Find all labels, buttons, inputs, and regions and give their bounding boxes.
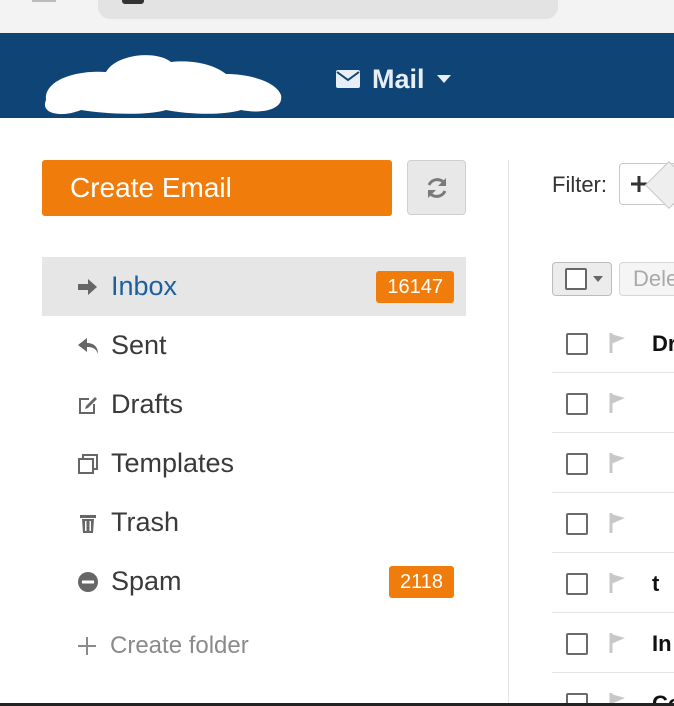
tabs-icon[interactable] [122, 0, 144, 4]
select-all-dropdown[interactable] [552, 262, 612, 296]
folder-inbox[interactable]: Inbox 16147 [42, 257, 466, 316]
message-subject: Dr [652, 331, 674, 356]
unread-count-badge: 16147 [376, 271, 454, 303]
message-subject: In [652, 631, 672, 656]
filter-label: Filter: [552, 172, 607, 197]
message-checkbox[interactable] [566, 393, 588, 415]
flag-icon[interactable] [608, 392, 628, 414]
create-folder-label: Create folder [110, 632, 249, 659]
folder-list: Inbox 16147 Sent Drafts Templates Trash … [42, 257, 466, 611]
flag-icon[interactable] [608, 332, 628, 354]
envelope-icon [336, 70, 360, 88]
trash-icon [76, 511, 100, 535]
folder-drafts[interactable]: Drafts [42, 375, 466, 434]
message-checkbox[interactable] [566, 453, 588, 475]
folder-trash[interactable]: Trash [42, 493, 466, 552]
refresh-button[interactable] [407, 160, 466, 215]
app-name: Mail [372, 63, 425, 94]
message-row[interactable]: Co [552, 674, 674, 706]
folder-label: Inbox [111, 271, 178, 301]
message-row[interactable] [552, 494, 674, 553]
refresh-icon [427, 177, 446, 198]
message-row[interactable]: Dr [552, 314, 674, 373]
folder-label: Spam [111, 566, 182, 596]
arrow-right-icon [76, 275, 100, 299]
message-subject: t [652, 571, 660, 596]
message-checkbox[interactable] [566, 573, 588, 595]
folder-label: Templates [111, 448, 235, 478]
folder-label: Drafts [111, 389, 184, 419]
message-row[interactable]: t [552, 554, 674, 613]
add-filter-button[interactable] [619, 160, 674, 210]
app-switcher[interactable]: Mail [336, 64, 451, 94]
flag-icon[interactable] [608, 572, 628, 594]
flag-icon[interactable] [608, 512, 628, 534]
message-row[interactable]: In [552, 614, 674, 673]
flag-icon[interactable] [608, 632, 628, 654]
message-row[interactable] [552, 434, 674, 493]
folder-label: Trash [111, 507, 180, 537]
browser-menu-icon[interactable] [32, 0, 56, 2]
unread-count-badge: 2118 [388, 566, 454, 598]
pane-divider [508, 160, 509, 706]
minus-circle-icon [76, 570, 100, 594]
folder-sent[interactable]: Sent [42, 316, 466, 375]
filter-arrow-tab [644, 160, 674, 210]
caret-down-icon [593, 276, 603, 282]
message-row[interactable] [552, 374, 674, 433]
redacted-logo [44, 55, 282, 115]
plus-icon [78, 637, 96, 655]
message-checkbox[interactable] [566, 513, 588, 535]
folder-label: Sent [111, 330, 167, 360]
address-bar[interactable] [98, 0, 558, 19]
caret-down-icon [436, 75, 451, 83]
create-folder-link[interactable]: Create folder [76, 628, 249, 664]
templates-icon [76, 452, 100, 476]
reply-icon [76, 334, 100, 358]
edit-icon [76, 393, 100, 417]
browser-toolbar [0, 0, 674, 33]
select-all-checkbox[interactable] [565, 268, 587, 290]
flag-icon[interactable] [608, 452, 628, 474]
message-checkbox[interactable] [566, 333, 588, 355]
create-email-button[interactable]: Create Email [42, 160, 392, 216]
message-checkbox[interactable] [566, 633, 588, 655]
folder-spam[interactable]: Spam 2118 [42, 552, 466, 611]
folder-templates[interactable]: Templates [42, 434, 466, 493]
delete-button[interactable]: Delete [619, 262, 674, 296]
